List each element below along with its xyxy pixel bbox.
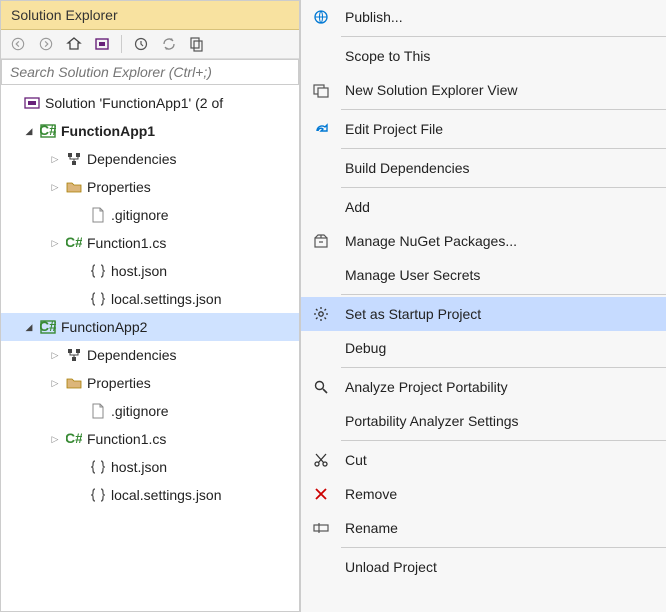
project-label: FunctionApp1	[61, 123, 155, 139]
svg-text:C#: C#	[66, 235, 82, 250]
menu-unload-project[interactable]: Unload Project	[301, 550, 666, 584]
menu-remove[interactable]: Remove	[301, 477, 666, 511]
sync-button[interactable]	[158, 33, 180, 55]
menu-separator	[341, 547, 666, 548]
json-file-icon	[89, 290, 107, 308]
solution-explorer-panel: Solution Explorer	[0, 0, 300, 612]
tree-node-properties[interactable]: Properties	[1, 173, 299, 201]
panel-title: Solution Explorer	[1, 1, 299, 30]
tree-node-local-settings[interactable]: local.settings.json	[1, 285, 299, 313]
menu-build-dependencies[interactable]: Build Dependencies	[301, 151, 666, 185]
menu-separator	[341, 367, 666, 368]
expand-icon[interactable]	[49, 237, 61, 249]
search-input[interactable]	[10, 64, 290, 80]
csharp-file-icon: C#	[65, 234, 83, 252]
menu-separator	[341, 187, 666, 188]
toolbar-divider	[121, 35, 122, 53]
menu-analyze-portability[interactable]: Analyze Project Portability	[301, 370, 666, 404]
menu-separator	[341, 440, 666, 441]
expand-icon[interactable]	[49, 349, 61, 361]
package-icon	[311, 231, 331, 251]
menu-user-secrets[interactable]: Manage User Secrets	[301, 258, 666, 292]
panel-toolbar	[1, 30, 299, 59]
solution-node[interactable]: Solution 'FunctionApp1' (2 of	[1, 89, 299, 117]
switch-views-button[interactable]	[91, 33, 113, 55]
forward-button[interactable]	[35, 33, 57, 55]
show-all-files-button[interactable]	[186, 33, 208, 55]
expand-icon[interactable]	[49, 181, 61, 193]
menu-set-startup-project[interactable]: Set as Startup Project	[301, 297, 666, 331]
expand-icon[interactable]	[49, 433, 61, 445]
project-node-functionapp2[interactable]: C# FunctionApp2	[1, 313, 299, 341]
folder-icon	[65, 178, 83, 196]
menu-scope[interactable]: Scope to This	[301, 39, 666, 73]
solution-label: Solution 'FunctionApp1' (2 of	[45, 95, 223, 111]
project-node-functionapp1[interactable]: C# FunctionApp1	[1, 117, 299, 145]
expand-icon[interactable]	[23, 125, 35, 137]
menu-add[interactable]: Add	[301, 190, 666, 224]
home-button[interactable]	[63, 33, 85, 55]
solution-icon	[23, 94, 41, 112]
json-file-icon	[89, 486, 107, 504]
tree-node-dependencies[interactable]: Dependencies	[1, 341, 299, 369]
tree-node-host-json[interactable]: host.json	[1, 453, 299, 481]
menu-separator	[341, 148, 666, 149]
back-button[interactable]	[7, 33, 29, 55]
expand-icon[interactable]	[49, 377, 61, 389]
project-context-menu: Publish... Scope to This New Solution Ex…	[300, 0, 666, 612]
dependencies-icon	[65, 150, 83, 168]
svg-text:C#: C#	[40, 123, 56, 138]
project-label: FunctionApp2	[61, 319, 147, 335]
search-input-container[interactable]	[1, 59, 299, 85]
menu-separator	[341, 36, 666, 37]
tree-node-function1-cs[interactable]: C# Function1.cs	[1, 425, 299, 453]
globe-icon	[311, 7, 331, 27]
menu-cut[interactable]: Cut	[301, 443, 666, 477]
json-file-icon	[89, 458, 107, 476]
csharp-project-icon: C#	[39, 318, 57, 336]
menu-publish[interactable]: Publish...	[301, 0, 666, 34]
menu-portability-settings[interactable]: Portability Analyzer Settings	[301, 404, 666, 438]
window-icon	[311, 80, 331, 100]
solution-tree: Solution 'FunctionApp1' (2 of C# Functio…	[1, 85, 299, 611]
menu-manage-nuget[interactable]: Manage NuGet Packages...	[301, 224, 666, 258]
svg-text:C#: C#	[40, 319, 56, 334]
gear-icon	[311, 304, 331, 324]
tree-node-host-json[interactable]: host.json	[1, 257, 299, 285]
menu-rename[interactable]: Rename	[301, 511, 666, 545]
menu-debug[interactable]: Debug	[301, 331, 666, 365]
tree-node-gitignore[interactable]: .gitignore	[1, 201, 299, 229]
scissors-icon	[311, 450, 331, 470]
rename-icon	[311, 518, 331, 538]
dependencies-icon	[65, 346, 83, 364]
history-button[interactable]	[130, 33, 152, 55]
expand-icon[interactable]	[49, 153, 61, 165]
folder-icon	[65, 374, 83, 392]
menu-new-view[interactable]: New Solution Explorer View	[301, 73, 666, 107]
tree-node-local-settings[interactable]: local.settings.json	[1, 481, 299, 509]
json-file-icon	[89, 262, 107, 280]
csharp-project-icon: C#	[39, 122, 57, 140]
menu-separator	[341, 294, 666, 295]
tree-node-function1-cs[interactable]: C# Function1.cs	[1, 229, 299, 257]
expand-icon[interactable]	[23, 321, 35, 333]
search-icon	[311, 377, 331, 397]
tree-node-gitignore[interactable]: .gitignore	[1, 397, 299, 425]
svg-text:C#: C#	[66, 431, 82, 446]
tree-node-properties[interactable]: Properties	[1, 369, 299, 397]
tree-node-dependencies[interactable]: Dependencies	[1, 145, 299, 173]
file-icon	[89, 206, 107, 224]
delete-icon	[311, 484, 331, 504]
redo-icon	[311, 119, 331, 139]
menu-separator	[341, 109, 666, 110]
csharp-file-icon: C#	[65, 430, 83, 448]
file-icon	[89, 402, 107, 420]
menu-edit-project-file[interactable]: Edit Project File	[301, 112, 666, 146]
